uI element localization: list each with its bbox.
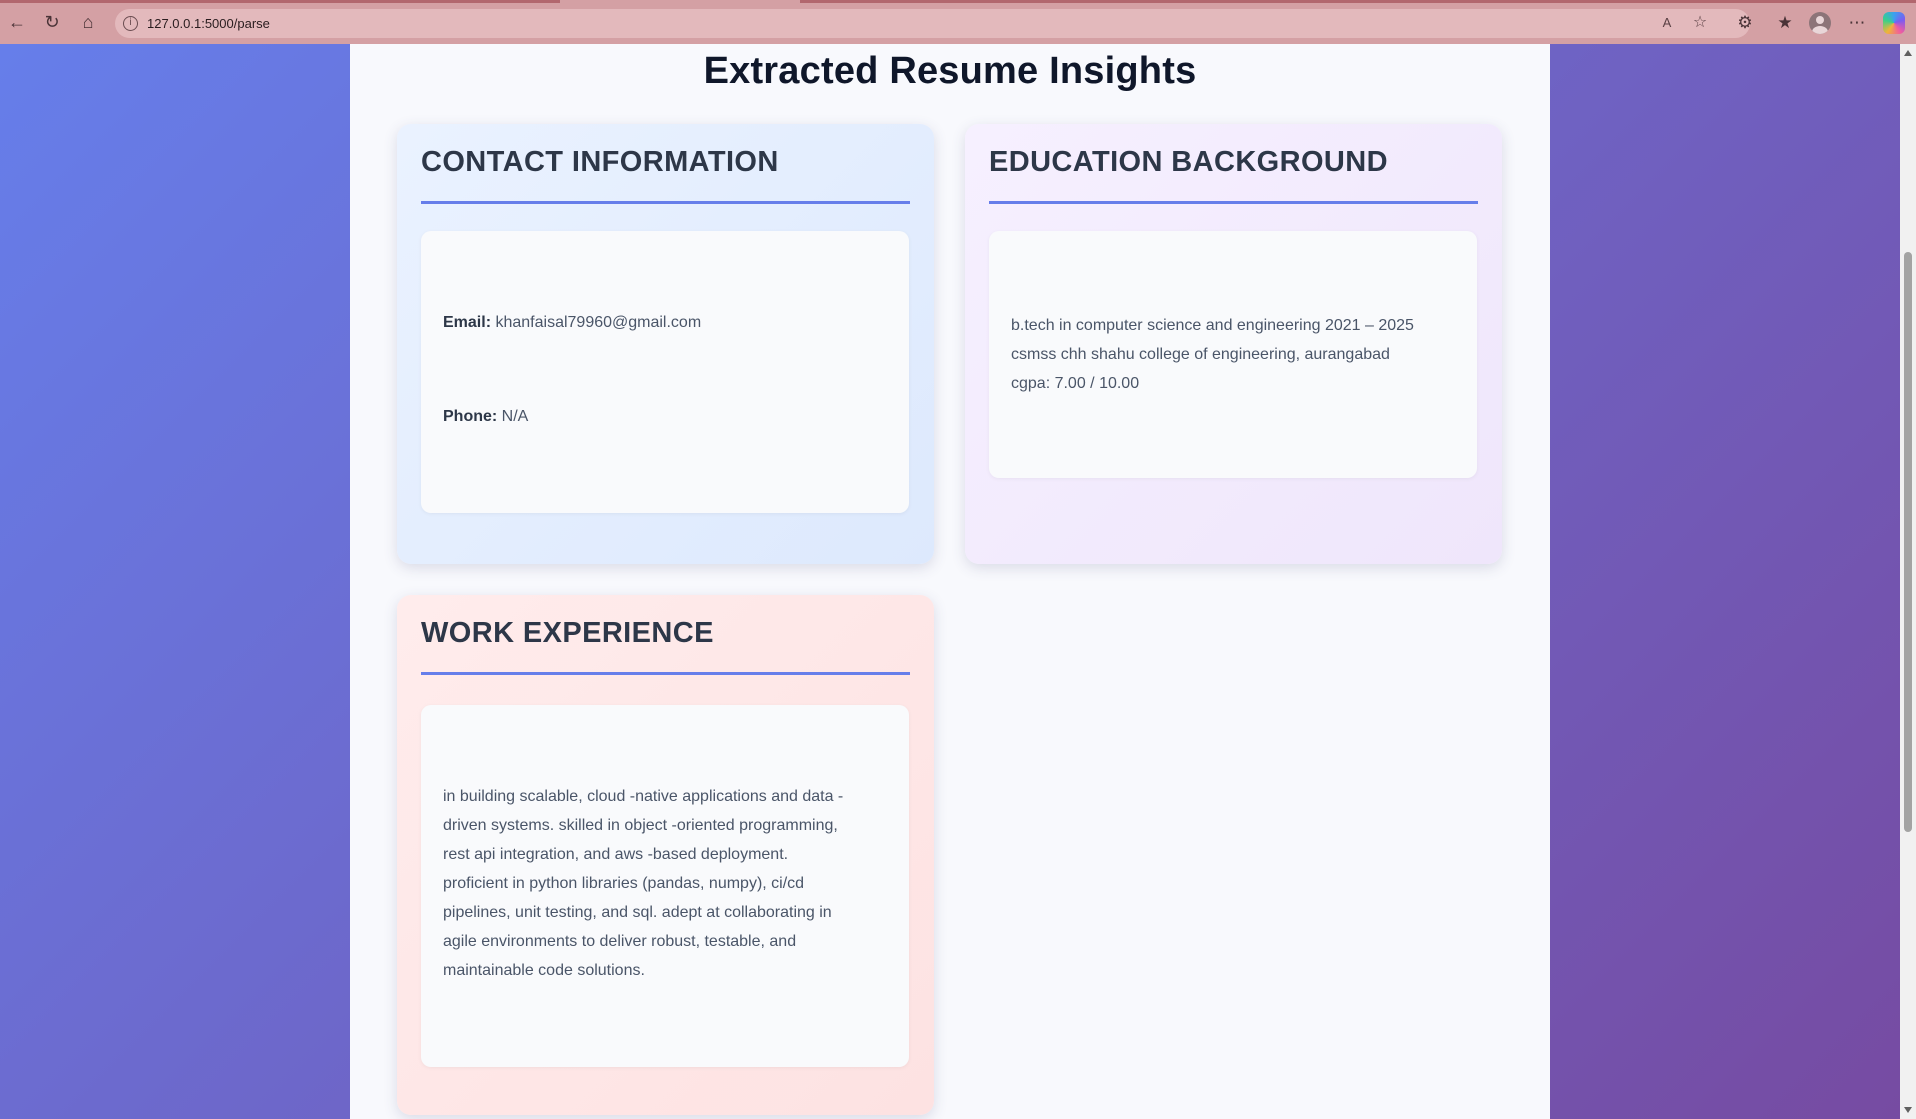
site-info-icon[interactable]: i	[123, 16, 138, 31]
work-heading: WORK EXPERIENCE	[421, 617, 714, 649]
work-line: driven systems. skilled in object -orien…	[443, 817, 838, 834]
address-url[interactable]: 127.0.0.1:5000/parse	[147, 16, 270, 31]
refresh-icon[interactable]: ↻	[41, 11, 63, 33]
work-details-box: in building scalable, cloud -native appl…	[421, 705, 909, 1067]
contact-card: CONTACT INFORMATION Email: khanfaisal799…	[397, 124, 934, 564]
scroll-up-icon[interactable]	[1904, 50, 1912, 56]
results-container: Extracted Resume Insights CONTACT INFORM…	[350, 44, 1550, 1119]
education-line: b.tech in computer science and engineeri…	[1011, 317, 1414, 334]
work-text: in building scalable, cloud -native appl…	[443, 782, 891, 985]
phone-label: Phone:	[443, 408, 498, 425]
work-line: proficient in python libraries (pandas, …	[443, 875, 805, 892]
page-viewport: Extracted Resume Insights CONTACT INFORM…	[0, 44, 1900, 1119]
page-scrollbar[interactable]	[1900, 44, 1916, 1119]
profile-icon[interactable]	[1809, 12, 1831, 34]
work-line: maintainable code solutions.	[443, 962, 645, 979]
work-line: pipelines, unit testing, and sql. adept …	[443, 904, 832, 921]
more-icon[interactable]: ⋯	[1845, 11, 1869, 35]
phone-value: N/A	[501, 408, 529, 425]
email-value: khanfaisal79960@gmail.com	[495, 314, 702, 331]
work-card: WORK EXPERIENCE in building scalable, cl…	[397, 595, 934, 1115]
heading-divider	[421, 201, 910, 204]
phone-field: Phone: N/A	[443, 408, 528, 426]
contact-heading: CONTACT INFORMATION	[421, 146, 779, 178]
education-card: EDUCATION BACKGROUND b.tech in computer …	[965, 124, 1502, 564]
scrollbar-thumb[interactable]	[1904, 252, 1912, 832]
education-line: cgpa: 7.00 / 10.00	[1011, 375, 1140, 392]
home-icon[interactable]: ⌂	[77, 11, 99, 33]
favorites-icon[interactable]: ★	[1773, 11, 1797, 35]
education-line: csmss chh shahu college of engineering, …	[1011, 346, 1390, 363]
scroll-down-icon[interactable]	[1904, 1107, 1912, 1113]
education-heading: EDUCATION BACKGROUND	[989, 146, 1388, 178]
favorite-star-icon[interactable]: ☆	[1690, 13, 1710, 33]
back-icon[interactable]: ←	[6, 11, 28, 33]
work-line: in building scalable, cloud -native appl…	[443, 788, 844, 805]
work-line: agile environments to deliver robust, te…	[443, 933, 797, 950]
work-line: rest api integration, and aws -based dep…	[443, 846, 789, 863]
heading-divider	[421, 672, 910, 675]
browser-toolbar: ← ↻ ⌂ i 127.0.0.1:5000/parse A‏ ☆ ⚙ ★ ⋯	[0, 0, 1916, 44]
tab-strip-edge	[800, 0, 1916, 3]
extensions-icon[interactable]: ⚙	[1733, 11, 1757, 35]
contact-details-box: Email: khanfaisal79960@gmail.com Phone: …	[421, 231, 909, 513]
tab-strip-edge	[0, 0, 560, 3]
copilot-icon[interactable]	[1883, 12, 1905, 34]
read-aloud-icon[interactable]: A‏	[1657, 13, 1677, 33]
email-label: Email:	[443, 314, 492, 331]
email-field: Email: khanfaisal79960@gmail.com	[443, 314, 701, 332]
education-text: b.tech in computer science and engineeri…	[1011, 311, 1459, 398]
education-details-box: b.tech in computer science and engineeri…	[989, 231, 1477, 478]
page-title: Extracted Resume Insights	[703, 50, 1197, 92]
heading-divider	[989, 201, 1478, 204]
address-bar[interactable]: i 127.0.0.1:5000/parse A‏ ☆	[115, 9, 1750, 38]
